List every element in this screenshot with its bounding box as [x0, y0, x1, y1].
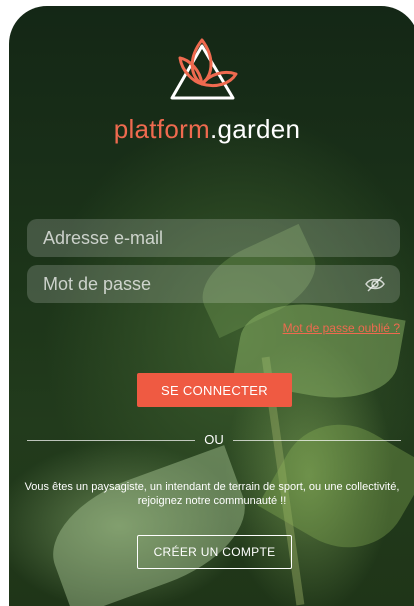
brand-name-part1: platform	[113, 114, 211, 144]
password-field[interactable]	[27, 265, 400, 303]
login-button[interactable]: SE CONNECTER	[137, 373, 292, 407]
eye-off-icon[interactable]	[364, 275, 386, 293]
signup-info-text: Vous êtes un paysagiste, un intendant de…	[24, 481, 400, 507]
separator-label: OU	[204, 432, 224, 447]
separator-line-left	[27, 440, 195, 441]
separator-line-right	[233, 440, 401, 441]
background-leaf	[36, 445, 262, 606]
email-input[interactable]	[27, 219, 400, 257]
platform-garden-logo-icon	[170, 38, 238, 100]
brand-title: platform.garden	[0, 114, 414, 145]
forgot-password-link[interactable]: Mot de passe oublié ?	[283, 321, 400, 335]
create-account-button[interactable]: CRÉER UN COMPTE	[137, 535, 292, 569]
password-input[interactable]	[27, 265, 400, 303]
brand-name-part2: .garden	[210, 114, 301, 144]
email-field[interactable]	[27, 219, 400, 257]
